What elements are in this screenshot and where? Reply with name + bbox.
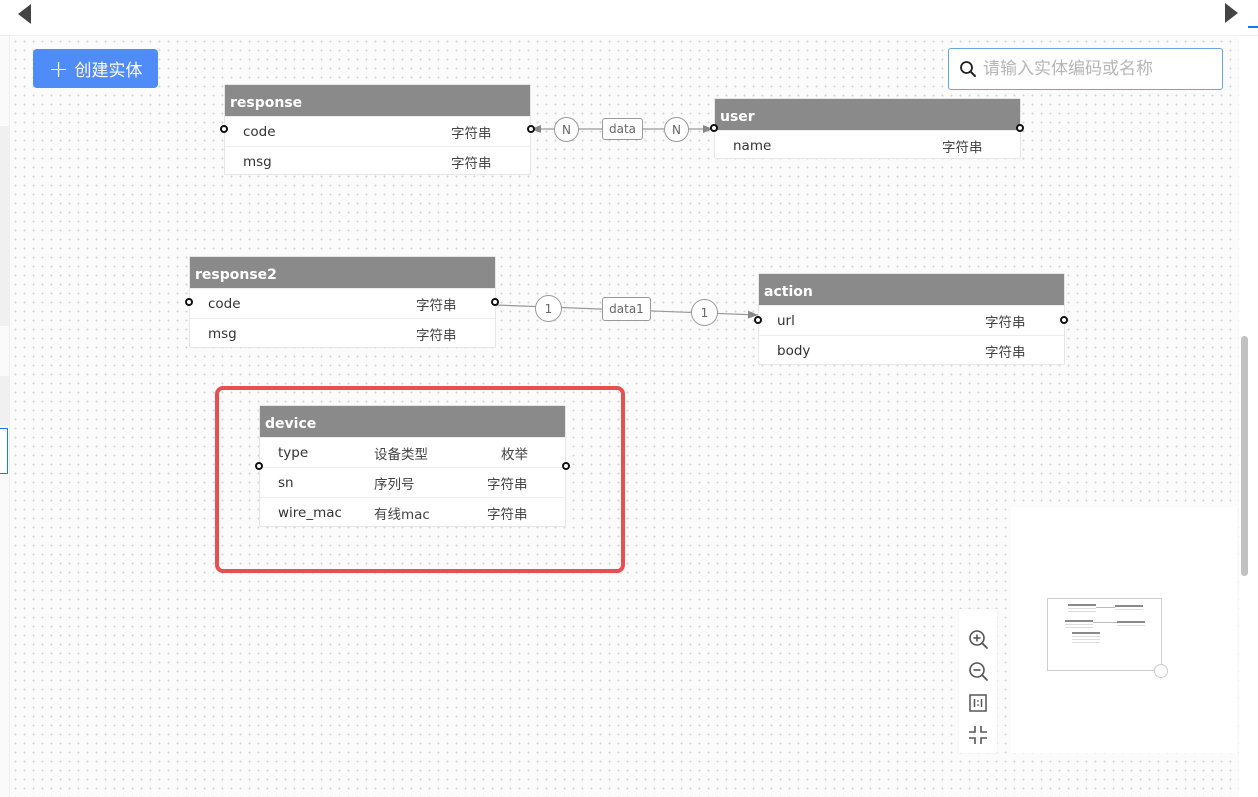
cardinality-badge: 1 — [691, 299, 718, 326]
zoom-in-icon[interactable] — [967, 628, 989, 650]
connection-port[interactable] — [754, 316, 762, 324]
entity-action[interactable]: action url 字符串 body 字符串 — [758, 273, 1065, 365]
field-name: name — [733, 137, 772, 154]
entity-field-row[interactable]: code 字符串 — [190, 288, 495, 318]
entity-title: user — [715, 99, 1020, 130]
zoom-out-icon[interactable] — [967, 660, 989, 682]
field-type: 字符串 — [416, 327, 457, 344]
connection-port[interactable] — [527, 125, 535, 133]
entity-field-row[interactable]: body 字符串 — [759, 335, 1064, 365]
minimap-resize-handle[interactable] — [1154, 664, 1168, 678]
entity-title: response2 — [190, 257, 495, 288]
fit-screen-icon[interactable] — [967, 724, 989, 746]
field-type: 字符串 — [985, 314, 1026, 331]
field-name: code — [243, 123, 276, 140]
connection-port[interactable] — [220, 125, 228, 133]
entity-field-row[interactable]: msg 字符串 — [225, 146, 530, 176]
entity-field-row[interactable]: msg 字符串 — [190, 318, 495, 348]
zoom-toolbar — [959, 609, 997, 753]
field-name: body — [777, 342, 811, 359]
field-type: 字符串 — [985, 344, 1026, 361]
entity-title: response — [225, 85, 530, 116]
cardinality-badge: N — [664, 117, 689, 142]
field-type: 字符串 — [416, 297, 457, 314]
field-name: msg — [208, 325, 237, 342]
entity-response[interactable]: response code 字符串 msg 字符串 — [224, 84, 531, 175]
entity-user[interactable]: user name 字符串 — [714, 98, 1021, 159]
cardinality-badge: N — [554, 117, 579, 142]
relation-label[interactable]: data1 — [602, 297, 651, 321]
entity-field-row[interactable]: name 字符串 — [715, 130, 1020, 160]
selection-highlight — [215, 386, 625, 573]
connection-port[interactable] — [1016, 124, 1024, 132]
entity-title: action — [759, 274, 1064, 305]
field-name: url — [777, 312, 795, 329]
field-name: msg — [243, 153, 272, 170]
minimap-viewport[interactable] — [1047, 598, 1162, 671]
entity-field-row[interactable]: url 字符串 — [759, 305, 1064, 335]
cardinality-badge: 1 — [535, 295, 562, 322]
relation-label[interactable]: data — [602, 118, 643, 140]
field-type: 字符串 — [451, 125, 492, 142]
field-type: 字符串 — [942, 139, 983, 156]
connection-port[interactable] — [1060, 316, 1068, 324]
entity-field-row[interactable]: code 字符串 — [225, 116, 530, 146]
connection-port[interactable] — [491, 298, 499, 306]
entity-response2[interactable]: response2 code 字符串 msg 字符串 — [189, 256, 496, 348]
connection-port[interactable] — [185, 298, 193, 306]
field-name: code — [208, 295, 241, 312]
field-type: 字符串 — [451, 155, 492, 172]
connection-port[interactable] — [710, 124, 718, 132]
actual-size-icon[interactable] — [967, 692, 989, 714]
